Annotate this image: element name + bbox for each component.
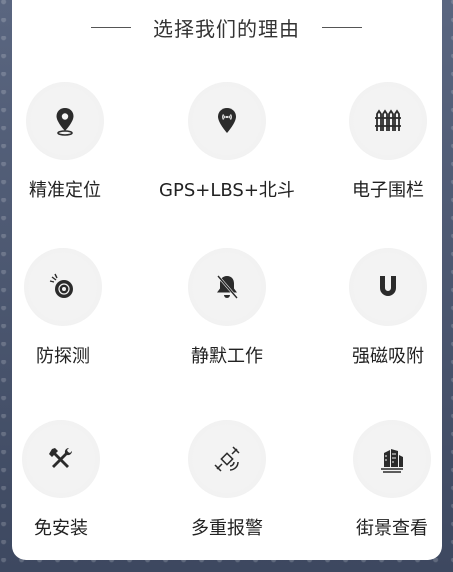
feature-label: GPS+LBS+北斗 — [159, 180, 295, 201]
fence-icon — [349, 82, 427, 160]
feature-multi-alarm[interactable]: 多重报警 — [152, 420, 302, 540]
feature-label: 强磁吸附 — [352, 346, 424, 367]
feature-geofence[interactable]: 电子围栏 — [313, 82, 453, 202]
feature-grid: 精准定位 GPS+LBS+北斗 电子围栏 防探测 静默工作 强磁吸附 免安装 多… — [0, 0, 453, 572]
muted-bell-icon — [188, 248, 266, 326]
feature-silent-work[interactable]: 静默工作 — [152, 248, 302, 368]
feature-label: 免安装 — [34, 518, 88, 539]
feature-label: 街景查看 — [356, 518, 428, 539]
street-view-icon — [353, 420, 431, 498]
feature-gps-lbs-beidou[interactable]: GPS+LBS+北斗 — [152, 82, 302, 202]
feature-street-view[interactable]: 街景查看 — [317, 420, 453, 540]
satellite-icon — [188, 420, 266, 498]
feature-label: 多重报警 — [191, 518, 263, 539]
feature-precise-location[interactable]: 精准定位 — [0, 82, 140, 202]
feature-label: 静默工作 — [191, 346, 263, 367]
feature-label: 精准定位 — [29, 180, 101, 201]
tools-icon — [22, 420, 100, 498]
feature-label: 电子围栏 — [352, 180, 424, 201]
feature-label: 防探测 — [36, 346, 90, 367]
feature-anti-detection[interactable]: 防探测 — [0, 248, 138, 368]
feature-magnetic[interactable]: 强磁吸附 — [313, 248, 453, 368]
location-pin-icon — [26, 82, 104, 160]
signal-pin-icon — [188, 82, 266, 160]
feature-no-install[interactable]: 免安装 — [0, 420, 136, 540]
magnet-icon — [349, 248, 427, 326]
anti-detect-icon — [24, 248, 102, 326]
